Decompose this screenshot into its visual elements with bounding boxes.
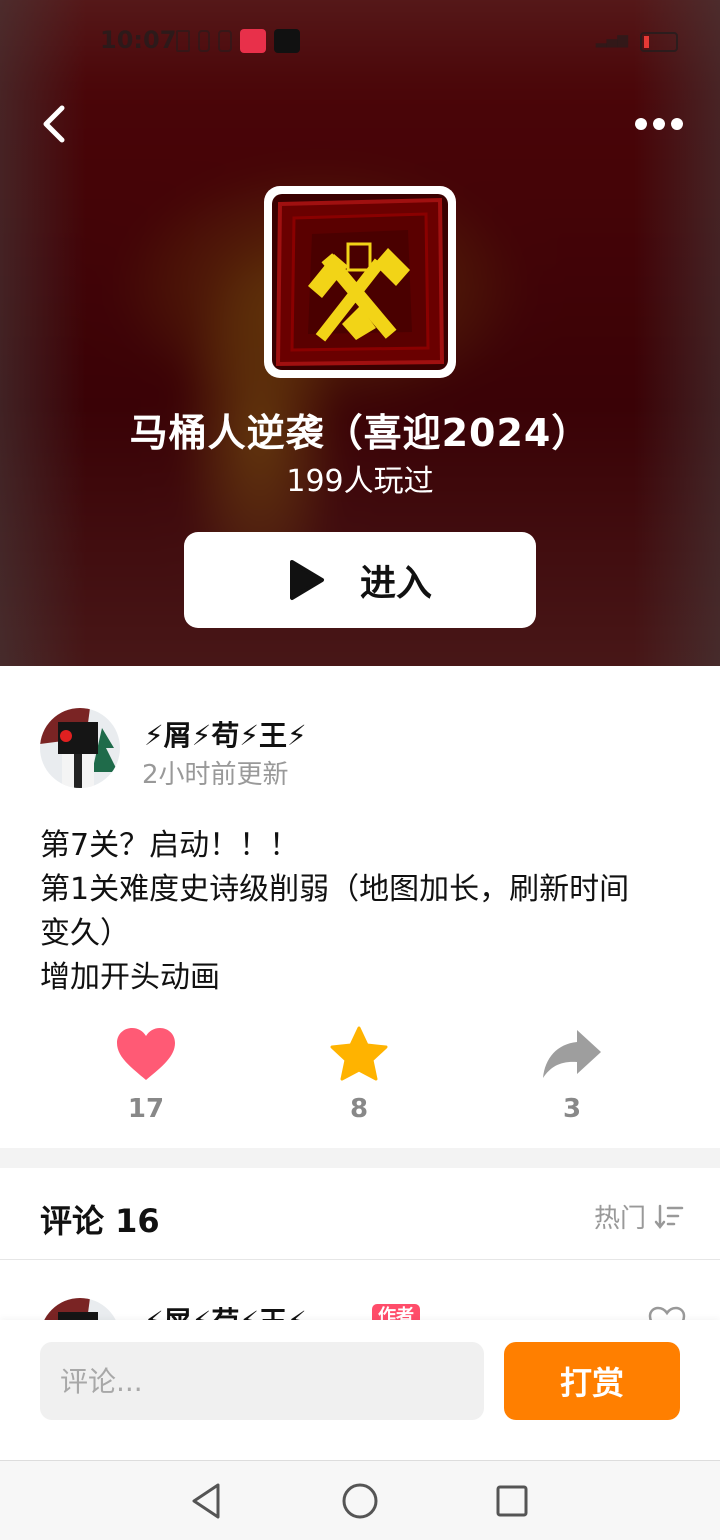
triangle-back-icon bbox=[192, 1483, 220, 1519]
back-button[interactable] bbox=[36, 102, 76, 146]
nav-back-button[interactable] bbox=[186, 1481, 226, 1521]
like-count: 17 bbox=[127, 1094, 165, 1124]
comment-input[interactable] bbox=[40, 1342, 484, 1420]
app-notification-icon bbox=[240, 29, 266, 53]
status-time: 10:07 bbox=[100, 26, 177, 54]
divider bbox=[0, 1259, 720, 1260]
post-line: 变久） bbox=[40, 916, 130, 951]
author-name[interactable]: ⚡屑⚡苟⚡王⚡ bbox=[144, 714, 307, 754]
star-icon bbox=[330, 1026, 388, 1081]
comments-title: 评论 16 bbox=[40, 1202, 160, 1240]
chevron-left-icon bbox=[43, 105, 65, 143]
favorite-button[interactable]: 8 bbox=[299, 1026, 419, 1124]
circle-home-icon bbox=[342, 1483, 378, 1519]
like-button[interactable]: 17 bbox=[86, 1026, 206, 1124]
play-icon bbox=[289, 560, 324, 600]
square-recents-icon bbox=[496, 1485, 528, 1517]
battery-icon bbox=[640, 32, 678, 52]
share-count: 3 bbox=[562, 1094, 582, 1124]
sort-icon bbox=[654, 1204, 684, 1229]
post-body: 第7关？启动！！！ 第1关难度史诗级削弱（地图加长，刷新时间 变久） 增加开头动… bbox=[40, 824, 680, 1000]
signal-icon: ▂▄▆ bbox=[595, 32, 628, 48]
more-dots-icon bbox=[635, 118, 683, 130]
post-line: 增加开头动画 bbox=[40, 960, 220, 995]
sort-label: 热门 bbox=[593, 1204, 646, 1234]
author-avatar[interactable] bbox=[40, 708, 120, 788]
play-count: 199人玩过 bbox=[286, 464, 434, 499]
tiktok-icon bbox=[274, 29, 300, 53]
vibrate-icon bbox=[198, 30, 210, 52]
enter-button-label: 进入 bbox=[359, 563, 432, 604]
sort-button[interactable]: 热门 bbox=[594, 1198, 684, 1235]
heart-icon bbox=[117, 1028, 175, 1080]
post-line: 第1关难度史诗级削弱（地图加长，刷新时间 bbox=[40, 872, 630, 907]
nav-home-button[interactable] bbox=[340, 1481, 380, 1521]
status-bar: 10:07 ▂▄▆ bbox=[0, 22, 720, 62]
status-icons bbox=[176, 28, 300, 54]
game-icon bbox=[264, 186, 456, 378]
share-arrow-icon bbox=[543, 1030, 601, 1078]
hero-banner: 10:07 ▂▄▆ 马桶人逆袭（喜迎2024） 199人玩过 进入 bbox=[0, 0, 720, 666]
favorite-count: 8 bbox=[349, 1094, 369, 1124]
game-title: 马桶人逆袭（喜迎2024） bbox=[129, 411, 591, 455]
share-button[interactable]: 3 bbox=[512, 1026, 632, 1124]
post-line: 第7关？启动！！！ bbox=[40, 828, 300, 863]
hourglass-icon bbox=[176, 30, 190, 52]
enter-game-button[interactable]: 进入 bbox=[184, 532, 536, 628]
post-updated-time: 2小时前更新 bbox=[142, 760, 289, 790]
section-separator bbox=[0, 1148, 720, 1168]
system-navigation-bar bbox=[0, 1460, 720, 1540]
game-detail-page: 10:07 ▂▄▆ 马桶人逆袭（喜迎2024） 199人玩过 进入 ⚡屑⚡苟⚡王… bbox=[0, 0, 720, 1540]
comment-bar: 打赏 bbox=[0, 1320, 720, 1460]
notification-icon bbox=[218, 30, 232, 52]
hammer-plunger-emblem-icon bbox=[272, 194, 448, 370]
tip-button[interactable]: 打赏 bbox=[504, 1342, 680, 1420]
more-options-button[interactable] bbox=[634, 110, 684, 138]
nav-recents-button[interactable] bbox=[492, 1481, 532, 1521]
